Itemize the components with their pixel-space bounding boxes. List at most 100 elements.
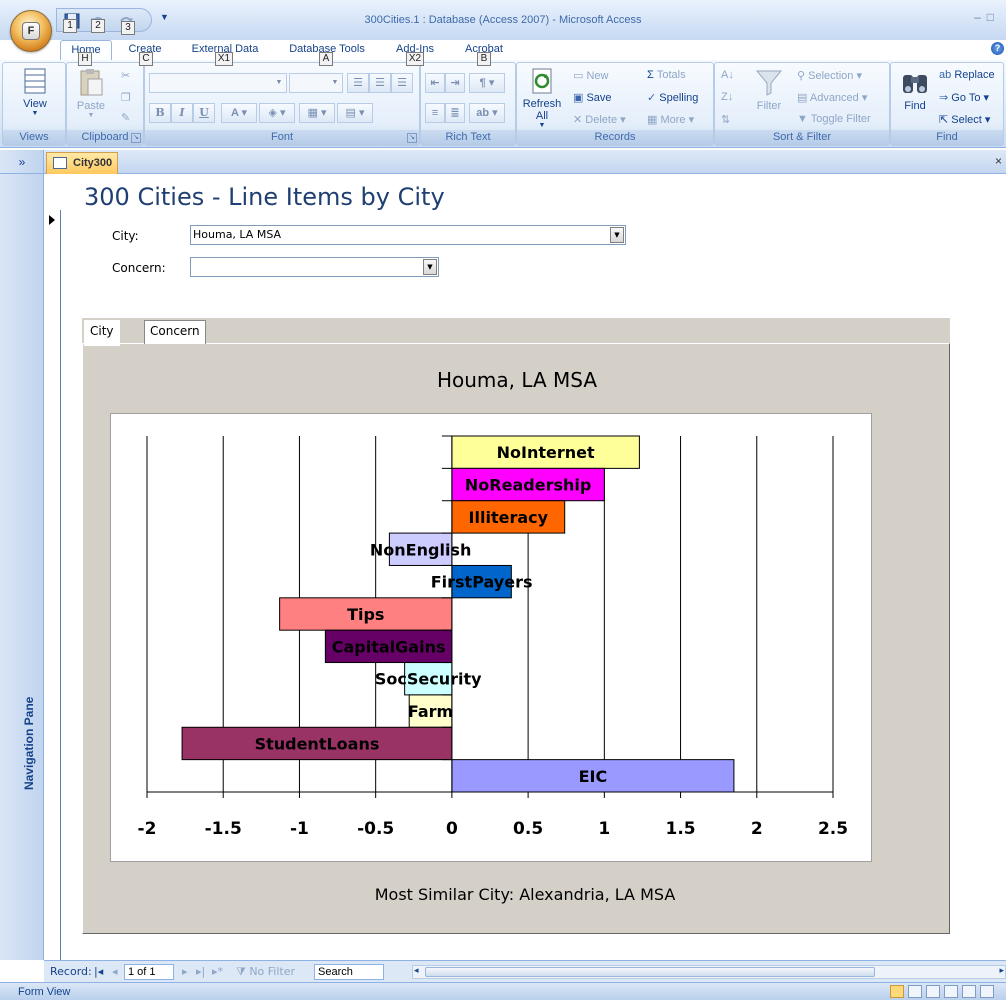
gridlines-button[interactable]: ▦ ▾	[299, 103, 335, 123]
last-record-icon[interactable]: ▸|	[196, 965, 205, 978]
find-button[interactable]: Find	[895, 67, 935, 112]
chevron-down-icon[interactable]: ▼	[610, 227, 624, 243]
tab-concern[interactable]: Concern	[144, 320, 206, 344]
advanced-button[interactable]: ▤ Advanced ▾	[797, 91, 867, 104]
paste-button[interactable]: Paste ▼	[71, 67, 111, 119]
office-button[interactable]: F	[10, 10, 52, 52]
form-view-icon[interactable]	[890, 985, 904, 998]
x-tick-label: -2	[138, 819, 157, 839]
selection-button[interactable]: ⚲ Selection ▾	[797, 69, 862, 82]
fill-color-button[interactable]: ◈ ▾	[259, 103, 295, 123]
bullets-button[interactable]: ≣	[445, 103, 465, 123]
font-name-combo[interactable]: ▼	[149, 73, 287, 93]
spelling-button[interactable]: ✓ Spelling	[647, 91, 698, 104]
no-filter-button[interactable]: ⧩ No Filter	[236, 965, 295, 979]
record-navigation: Record: |◂ ◂ 1 of 1 ▸ ▸| ▸* ⧩ No Filter …	[44, 960, 1006, 982]
clear-sort-icon[interactable]: ⇅	[721, 113, 730, 126]
filter-button[interactable]: Filter	[749, 67, 789, 112]
x-tick-label: 0.5	[513, 819, 543, 839]
bar-label: CapitalGains	[332, 637, 446, 656]
group-font: ▼ ▼ ☰ ☰ ☰ B I U A ▾ ◈ ▾ ▦ ▾ ▤ ▾ Font ↘	[144, 62, 420, 146]
bar-label: Illiteracy	[469, 508, 549, 527]
document-tab-city300[interactable]: City300	[46, 152, 118, 174]
document-tabs: City300 ×	[44, 150, 1006, 174]
keytip-create: C	[139, 52, 153, 66]
goto-button[interactable]: ⇒ Go To ▾	[939, 91, 989, 104]
new-record-button[interactable]: ▭ New	[573, 69, 608, 82]
minimize-icon[interactable]: –	[974, 10, 987, 24]
refresh-all-button[interactable]: Refresh All ▼	[519, 67, 565, 129]
x-tick-label: -0.5	[357, 819, 394, 839]
sort-descending-icon[interactable]: Z↓	[721, 91, 733, 103]
chevron-down-icon: ▼	[331, 79, 339, 86]
funnel-icon	[755, 70, 783, 96]
view-button[interactable]: View ▼	[7, 67, 63, 117]
datasheet-icon	[24, 68, 46, 94]
toggle-filter-button[interactable]: ▼ Toggle Filter	[797, 113, 871, 125]
numbering-button[interactable]: ≡	[425, 103, 445, 123]
bar-label: StudentLoans	[255, 734, 380, 753]
alternate-fill-button[interactable]: ▤ ▾	[337, 103, 373, 123]
title-bar: 1 2 3 ▼ 300Cities.1 : Database (Access 2…	[0, 0, 1006, 40]
delete-record-button[interactable]: ✕ Delete ▾	[573, 113, 626, 126]
scroll-left-icon[interactable]: ◂	[414, 965, 419, 976]
font-launcher-icon[interactable]: ↘	[407, 133, 417, 143]
font-size-combo[interactable]: ▼	[289, 73, 343, 93]
sort-ascending-icon[interactable]: A↓	[721, 69, 734, 81]
datasheet-view-icon[interactable]	[908, 985, 922, 998]
scrollbar-thumb[interactable]	[425, 967, 875, 977]
chevron-down-icon[interactable]: ▼	[423, 259, 437, 275]
chart: -2 -1.5 -1 -0.5 0 0.5 1 1.5 2 2.5 NoInternet NoRead…	[110, 413, 872, 862]
first-record-icon[interactable]: |◂	[94, 965, 103, 978]
format-painter-icon[interactable]: ✎	[121, 111, 130, 124]
keytip-external: X1	[215, 52, 233, 66]
align-right-button[interactable]: ☰	[391, 73, 413, 93]
layout-view-icon[interactable]	[962, 985, 976, 998]
increase-indent-button[interactable]: ⇥	[445, 73, 465, 93]
align-left-button[interactable]: ☰	[347, 73, 369, 93]
x-tick-label: 0	[446, 819, 458, 839]
search-input[interactable]: Search	[314, 964, 384, 980]
highlight-button[interactable]: ab ▾	[469, 103, 505, 123]
horizontal-scrollbar[interactable]: ◂ ▸	[412, 965, 1006, 979]
city-combo[interactable]: Houma, LA MSA ▼	[190, 225, 626, 245]
x-tick-label: -1	[290, 819, 309, 839]
save-record-button[interactable]: ▣ Save	[573, 91, 612, 104]
previous-record-icon[interactable]: ◂	[112, 965, 118, 978]
copy-icon[interactable]: ❐	[121, 91, 131, 104]
new-record-nav-icon[interactable]: ▸*	[212, 965, 223, 978]
font-color-button[interactable]: A ▾	[221, 103, 257, 123]
record-selector[interactable]	[44, 210, 61, 960]
bar-label: Farm	[408, 702, 453, 721]
paragraph-direction-button[interactable]: ¶ ▾	[469, 73, 505, 93]
nav-expand-icon[interactable]: »	[0, 150, 44, 174]
next-record-icon[interactable]: ▸	[182, 965, 188, 978]
help-icon[interactable]: ?	[991, 42, 1004, 55]
status-bar: Form View	[0, 982, 1006, 1000]
pivot-table-icon[interactable]	[926, 985, 940, 998]
select-button[interactable]: ⇱ Select ▾	[939, 113, 990, 126]
group-label-rich-text: Rich Text	[421, 130, 515, 145]
italic-button[interactable]: I	[171, 103, 193, 123]
align-center-button[interactable]: ☰	[369, 73, 391, 93]
cut-icon[interactable]: ✂	[121, 69, 130, 82]
tab-city[interactable]: City	[84, 320, 120, 346]
clipboard-launcher-icon[interactable]: ↘	[131, 133, 141, 143]
navigation-pane[interactable]: » Navigation Pane	[0, 150, 44, 960]
concern-combo[interactable]: ▼	[190, 257, 439, 277]
more-button[interactable]: ▦ More ▾	[647, 113, 694, 126]
pivot-chart-icon[interactable]	[944, 985, 958, 998]
bold-button[interactable]: B	[149, 103, 171, 123]
underline-button[interactable]: U	[193, 103, 215, 123]
concern-label: Concern:	[112, 261, 166, 275]
maximize-icon[interactable]: □	[987, 10, 1000, 24]
scroll-right-icon[interactable]: ▸	[999, 965, 1004, 976]
replace-button[interactable]: ab Replace	[939, 69, 995, 81]
keytip-acrobat: B	[477, 52, 491, 66]
current-record-field[interactable]: 1 of 1	[124, 964, 174, 980]
totals-button[interactable]: Σ Totals	[647, 69, 686, 81]
close-icon[interactable]: ×	[995, 154, 1002, 168]
design-view-icon[interactable]	[980, 985, 994, 998]
x-tick-label: 1.5	[665, 819, 695, 839]
decrease-indent-button[interactable]: ⇤	[425, 73, 445, 93]
